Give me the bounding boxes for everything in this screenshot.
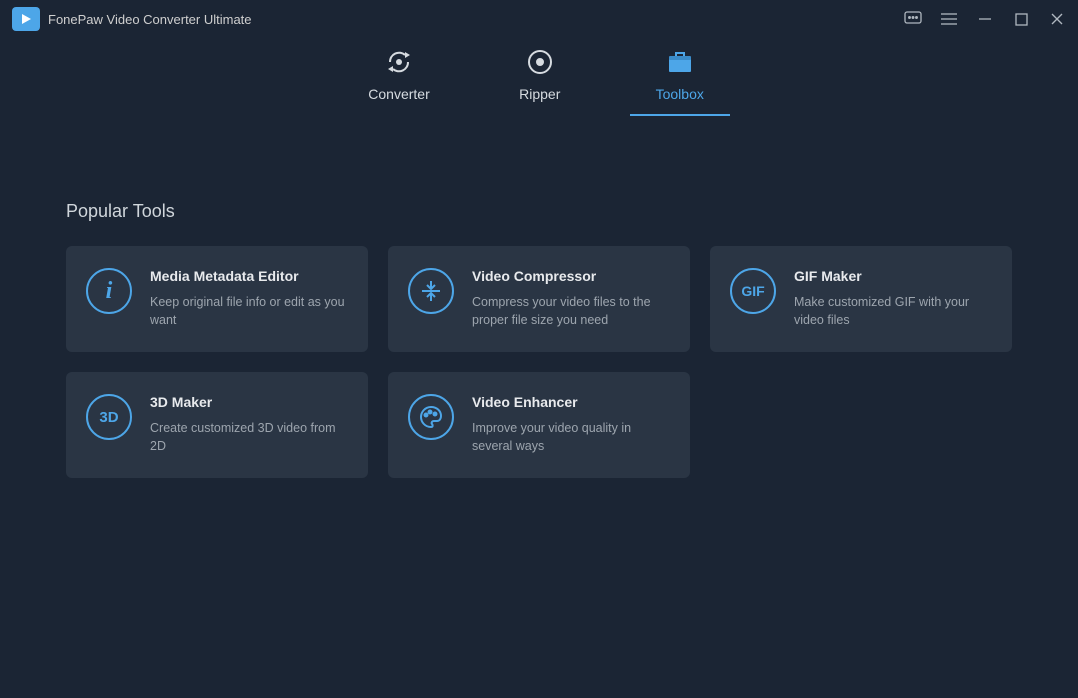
main-nav: Converter Ripper Toolbox xyxy=(0,38,1078,116)
menu-icon[interactable] xyxy=(940,10,958,28)
tool-info: Media Metadata Editor Keep original file… xyxy=(150,268,348,330)
minimize-icon[interactable] xyxy=(976,10,994,28)
titlebar-right xyxy=(904,10,1066,28)
nav-converter[interactable]: Converter xyxy=(348,48,449,116)
ripper-icon xyxy=(526,48,554,76)
3d-icon: 3D xyxy=(86,394,132,440)
tool-desc: Keep original file info or edit as you w… xyxy=(150,294,348,329)
palette-icon xyxy=(408,394,454,440)
nav-ripper-label: Ripper xyxy=(519,86,560,102)
nav-toolbox[interactable]: Toolbox xyxy=(630,48,730,116)
compress-icon xyxy=(408,268,454,314)
content: Popular Tools i Media Metadata Editor Ke… xyxy=(0,116,1078,478)
tool-title: GIF Maker xyxy=(794,268,992,284)
nav-toolbox-label: Toolbox xyxy=(656,86,704,102)
tool-info: 3D Maker Create customized 3D video from… xyxy=(150,394,348,456)
tool-info: Video Enhancer Improve your video qualit… xyxy=(472,394,670,456)
titlebar-left: FonePaw Video Converter Ultimate xyxy=(12,7,252,31)
nav-ripper[interactable]: Ripper xyxy=(490,48,590,116)
tool-video-enhancer[interactable]: Video Enhancer Improve your video qualit… xyxy=(388,372,690,478)
tool-desc: Improve your video quality in several wa… xyxy=(472,420,670,455)
app-logo-icon xyxy=(12,7,40,31)
tool-title: 3D Maker xyxy=(150,394,348,410)
tool-title: Media Metadata Editor xyxy=(150,268,348,284)
titlebar: FonePaw Video Converter Ultimate xyxy=(0,0,1078,38)
feedback-icon[interactable] xyxy=(904,10,922,28)
gif-icon: GIF xyxy=(730,268,776,314)
maximize-icon[interactable] xyxy=(1012,10,1030,28)
tools-grid: i Media Metadata Editor Keep original fi… xyxy=(66,246,1012,478)
tool-desc: Create customized 3D video from 2D xyxy=(150,420,348,455)
tool-desc: Make customized GIF with your video file… xyxy=(794,294,992,329)
converter-icon xyxy=(385,48,413,76)
tool-media-metadata-editor[interactable]: i Media Metadata Editor Keep original fi… xyxy=(66,246,368,352)
app-title: FonePaw Video Converter Ultimate xyxy=(48,12,252,27)
tool-info: Video Compressor Compress your video fil… xyxy=(472,268,670,330)
tool-3d-maker[interactable]: 3D 3D Maker Create customized 3D video f… xyxy=(66,372,368,478)
section-title: Popular Tools xyxy=(66,201,1012,222)
tool-video-compressor[interactable]: Video Compressor Compress your video fil… xyxy=(388,246,690,352)
tool-title: Video Enhancer xyxy=(472,394,670,410)
tool-desc: Compress your video files to the proper … xyxy=(472,294,670,329)
tool-gif-maker[interactable]: GIF GIF Maker Make customized GIF with y… xyxy=(710,246,1012,352)
info-icon: i xyxy=(86,268,132,314)
nav-converter-label: Converter xyxy=(368,86,429,102)
toolbox-icon xyxy=(666,48,694,76)
close-icon[interactable] xyxy=(1048,10,1066,28)
tool-info: GIF Maker Make customized GIF with your … xyxy=(794,268,992,330)
tool-title: Video Compressor xyxy=(472,268,670,284)
